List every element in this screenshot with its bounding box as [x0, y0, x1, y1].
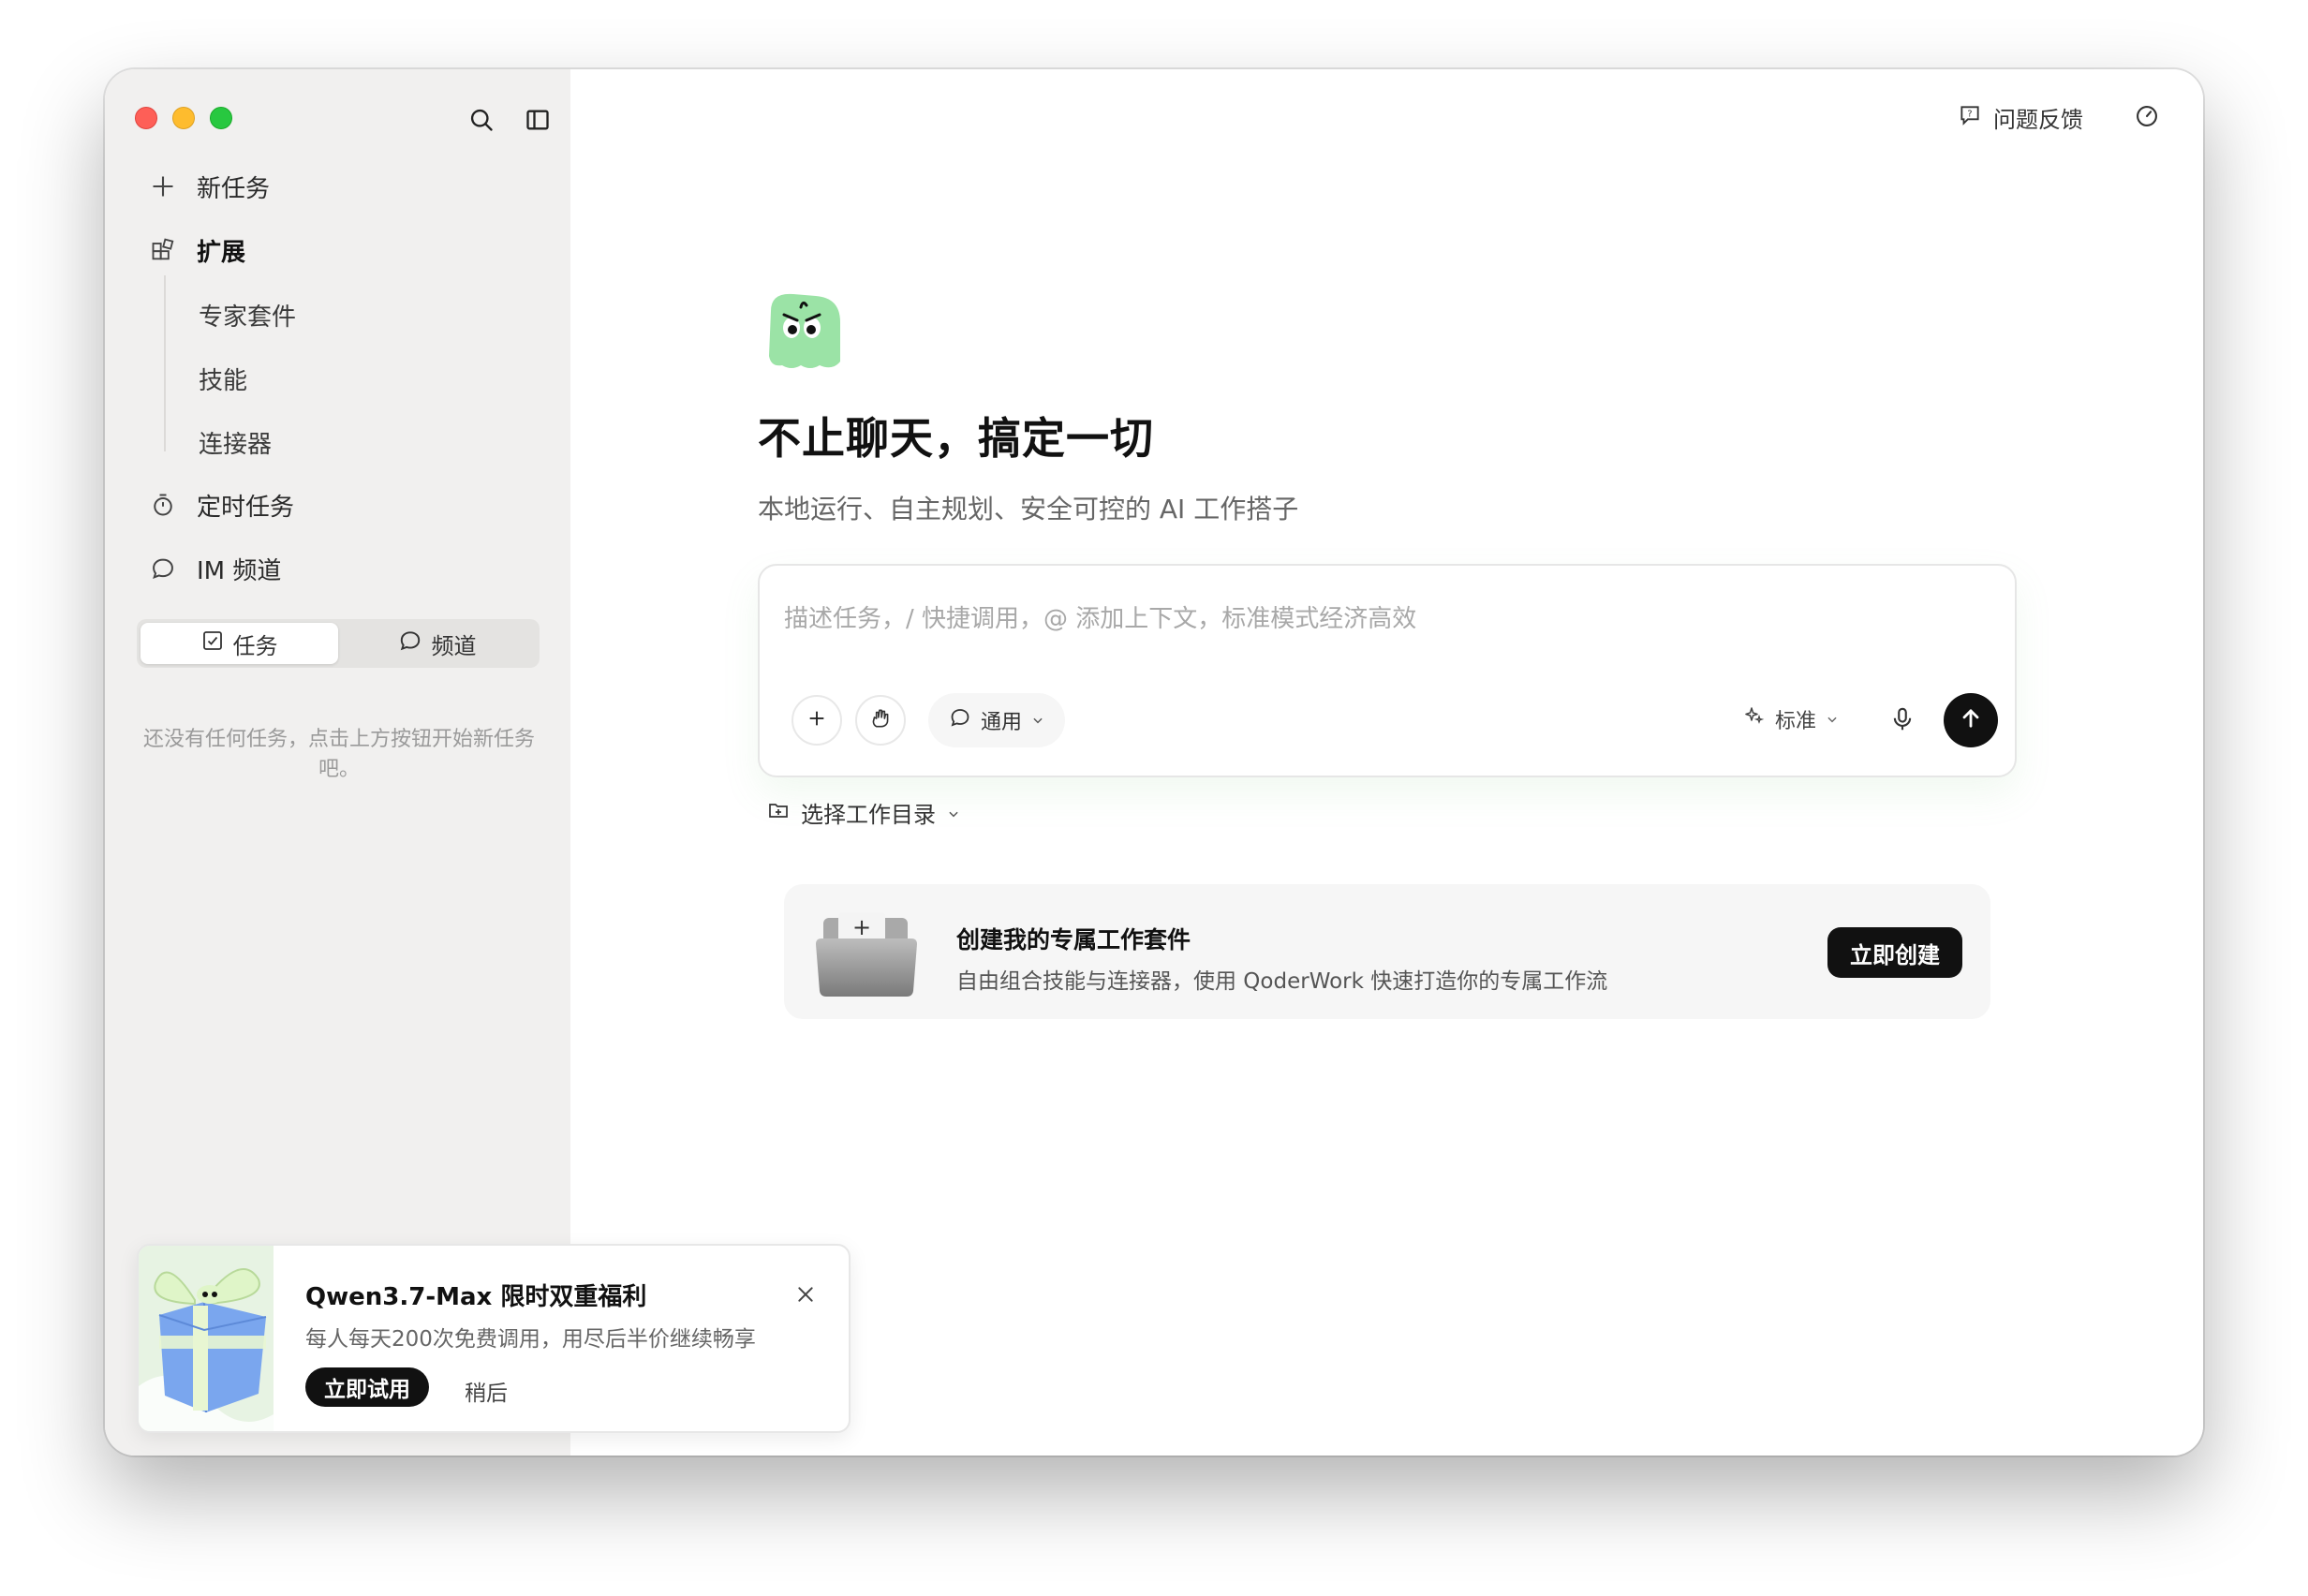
select-workdir-button[interactable]: 选择工作目录: [767, 796, 960, 829]
checkbox-icon: [201, 629, 224, 658]
promo-try-button[interactable]: 立即试用: [305, 1367, 429, 1407]
plus-icon: [806, 708, 827, 732]
plus-icon: [148, 171, 178, 201]
skills-button[interactable]: [855, 695, 906, 746]
mascot-logo: [758, 285, 848, 375]
tab-tasks[interactable]: 任务: [141, 623, 338, 664]
create-suite-card: + 创建我的专属工作套件 自由组合技能与连接器，使用 QoderWork 快速打…: [784, 884, 1990, 1019]
attach-button[interactable]: [792, 695, 842, 746]
mode-selector[interactable]: 标准: [1743, 704, 1839, 734]
task-composer[interactable]: 描述任务，/ 快捷调用，@ 添加上下文，标准模式经济高效 通用 标准: [758, 564, 2017, 777]
sidebar-item-im-channel[interactable]: IM 频道: [148, 545, 281, 592]
submenu-guide-line: [164, 275, 166, 451]
mode-selector-label: 标准: [1775, 710, 1817, 733]
sparkle-hand-icon: [868, 706, 893, 734]
folder-box-icon: +: [810, 901, 923, 1002]
suite-card-title: 创建我的专属工作套件: [956, 926, 1191, 953]
sparkle-icon: [1743, 705, 1766, 733]
extensions-icon: [148, 235, 178, 265]
sidebar-item-connectors[interactable]: 连接器: [199, 425, 272, 460]
suite-card-description: 自由组合技能与连接器，使用 QoderWork 快速打造你的专属工作流: [956, 969, 1608, 994]
chat-bubble-icon: [148, 554, 178, 584]
feedback-icon: ?: [1958, 103, 1982, 133]
im-channel-label: IM 频道: [197, 556, 282, 585]
tab-channels[interactable]: 频道: [338, 623, 536, 664]
sidebar-item-extensions[interactable]: 扩展: [148, 227, 245, 273]
zoom-window-button[interactable]: [210, 107, 232, 129]
chevron-down-icon: [947, 800, 960, 826]
folder-plus-icon: [767, 799, 790, 827]
new-task-button[interactable]: 新任务: [148, 163, 270, 210]
minimize-window-button[interactable]: [172, 107, 195, 129]
hero-subtitle: 本地运行、自主规划、安全可控的 AI 工作搭子: [758, 494, 1299, 525]
empty-task-hint: 还没有任何任务，点击上方按钮开始新任务吧。: [142, 728, 535, 781]
search-icon[interactable]: [466, 105, 496, 135]
new-task-label: 新任务: [197, 174, 271, 203]
chat-bubble-icon: [398, 628, 422, 658]
svg-text:+: +: [852, 914, 871, 940]
window-controls: [135, 107, 232, 129]
tab-channels-label: 频道: [431, 632, 477, 659]
chevron-down-icon: [1031, 709, 1044, 732]
promo-title: Qwen3.7-Max 限时双重福利: [305, 1283, 647, 1311]
task-channel-segmented-control: 任务 频道: [137, 619, 540, 668]
arrow-up-icon: [1958, 705, 1984, 735]
app-window: 新任务 扩展 专家套件 技能 连接器 定时任务 IM 频道 任务 频道 还没有任…: [105, 69, 2203, 1456]
chevron-down-icon: [1826, 708, 1839, 732]
svg-text:?: ?: [1967, 109, 1972, 119]
toggle-sidebar-icon[interactable]: [523, 105, 553, 135]
send-button[interactable]: [1944, 693, 1998, 747]
close-window-button[interactable]: [135, 107, 157, 129]
promo-notification: Qwen3.7-Max 限时双重福利 每人每天200次免费调用，用尽后半价继续畅…: [137, 1244, 851, 1433]
promo-description: 每人每天200次免费调用，用尽后半价继续畅享: [305, 1327, 756, 1352]
agent-selector-label: 通用: [981, 711, 1023, 734]
tab-tasks-label: 任务: [232, 632, 278, 659]
promo-later-button[interactable]: 稍后: [465, 1375, 508, 1407]
microphone-icon[interactable]: [1886, 702, 1919, 736]
create-suite-button[interactable]: 立即创建: [1827, 927, 1962, 978]
scheduled-tasks-label: 定时任务: [197, 493, 295, 522]
gift-box-illustration: [139, 1246, 274, 1431]
feedback-label: 问题反馈: [1993, 107, 2083, 133]
sidebar-item-skills[interactable]: 技能: [199, 362, 247, 396]
usage-gauge-icon[interactable]: [2132, 101, 2162, 131]
close-icon[interactable]: [794, 1283, 817, 1306]
agent-selector[interactable]: 通用: [928, 693, 1066, 747]
workdir-label: 选择工作目录: [801, 802, 936, 828]
sidebar-item-scheduled-tasks[interactable]: 定时任务: [148, 481, 294, 528]
feedback-button[interactable]: ? 问题反馈: [1958, 101, 2083, 134]
chat-bubble-icon: [949, 706, 971, 734]
timer-icon: [148, 490, 178, 520]
composer-input[interactable]: 描述任务，/ 快捷调用，@ 添加上下文，标准模式经济高效: [784, 599, 1416, 634]
extensions-label: 扩展: [197, 238, 246, 267]
hero-title: 不止聊天，搞定一切: [758, 413, 1154, 464]
sidebar-item-expert-suites[interactable]: 专家套件: [199, 298, 296, 332]
